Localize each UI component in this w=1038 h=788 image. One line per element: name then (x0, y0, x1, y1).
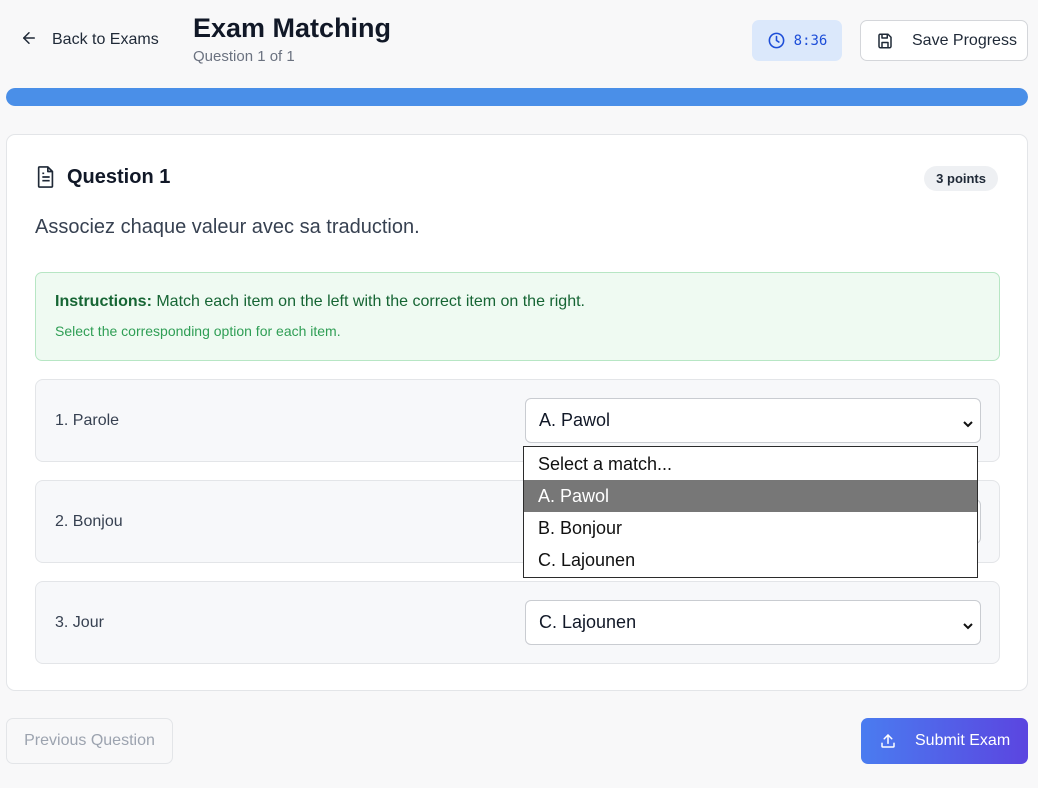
chevron-down-icon (962, 414, 974, 428)
progress-bar (6, 88, 1028, 106)
match-dropdown-list: Select a match... A. Pawol B. Bonjour C.… (523, 446, 978, 578)
arrow-left-icon (20, 29, 38, 52)
match-item-label: 2. Bonjou (55, 513, 123, 530)
instructions-body: Match each item on the left with the cor… (151, 293, 585, 310)
title-block: Exam Matching Question 1 of 1 (193, 12, 391, 65)
save-progress-button[interactable]: Save Progress (860, 20, 1028, 61)
submit-exam-button[interactable]: Submit Exam (861, 718, 1028, 764)
question-card: Question 1 3 points Associez chaque vale… (6, 134, 1028, 691)
select-value: A. Pawol (539, 410, 611, 430)
previous-label: Previous Question (24, 732, 155, 749)
instructions-bold: Instructions: (55, 293, 152, 310)
previous-question-button[interactable]: Previous Question (6, 718, 173, 764)
question-header: Question 1 (35, 165, 170, 189)
match-row: 3. Jour C. Lajounen (35, 581, 1000, 664)
timer: 8:36 (752, 20, 842, 61)
document-icon (35, 165, 57, 189)
match-select-3[interactable]: C. Lajounen (525, 600, 981, 645)
header: Back to Exams Exam Matching Question 1 o… (0, 0, 1038, 80)
match-item-label: 1. Parole (55, 412, 120, 429)
instructions-box: Instructions: Match each item on the lef… (35, 272, 1000, 361)
save-icon (876, 32, 894, 50)
select-value: C. Lajounen (539, 612, 637, 632)
page-title: Exam Matching (193, 13, 392, 43)
back-label: Back to Exams (52, 31, 159, 48)
timer-value: 8:36 (793, 32, 828, 49)
dropdown-option-placeholder[interactable]: Select a match... (524, 448, 977, 480)
dropdown-option-a[interactable]: A. Pawol (524, 480, 977, 512)
upload-icon (879, 732, 897, 750)
clock-icon (767, 31, 786, 50)
question-title: Question 1 (67, 165, 171, 188)
submit-label: Submit Exam (915, 732, 1011, 749)
question-prompt: Associez chaque valeur avec sa traductio… (35, 216, 420, 238)
save-label: Save Progress (912, 31, 1017, 49)
back-to-exams-button[interactable]: Back to Exams (14, 20, 165, 60)
match-item-label: 3. Jour (55, 614, 104, 631)
points-badge: 3 points (924, 166, 998, 191)
match-select-1[interactable]: A. Pawol (525, 398, 981, 443)
progress-fill (6, 88, 1028, 106)
page-subtitle: Question 1 of 1 (193, 48, 295, 65)
dropdown-option-b[interactable]: B. Bonjour (524, 512, 977, 544)
instructions-hint: Select the corresponding option for each… (55, 323, 341, 339)
chevron-down-icon (962, 616, 974, 630)
instructions-text: Instructions: Match each item on the lef… (55, 293, 980, 311)
dropdown-option-c[interactable]: C. Lajounen (524, 544, 977, 576)
